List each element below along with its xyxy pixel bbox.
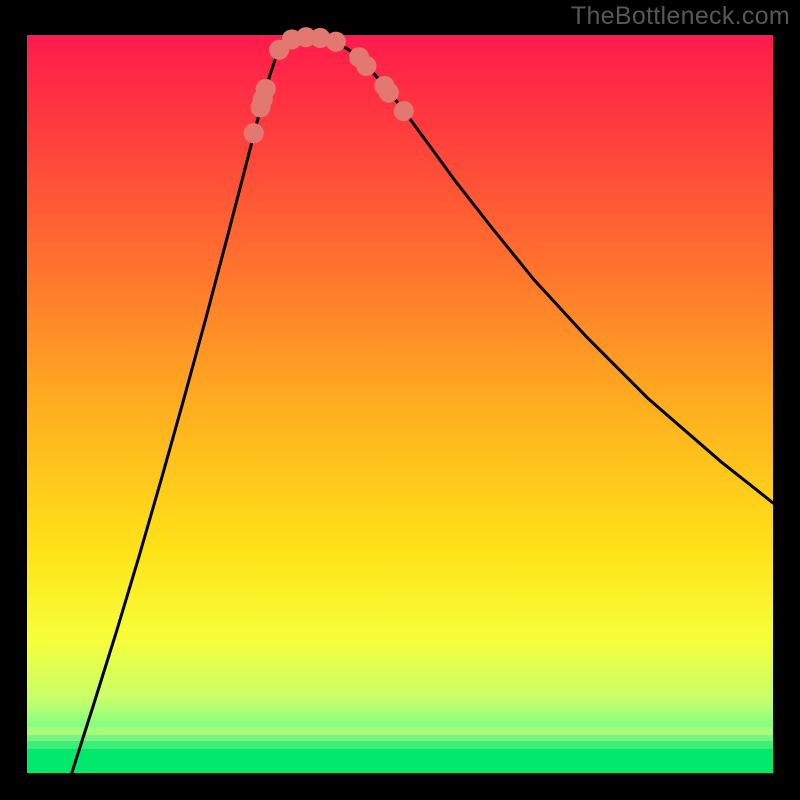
- bottleneck-curve: [72, 36, 773, 773]
- data-dot: [356, 56, 376, 76]
- data-dot: [379, 82, 399, 102]
- data-dot: [244, 123, 264, 143]
- data-dot: [256, 79, 276, 99]
- curve-layer: [0, 0, 800, 800]
- data-dot: [394, 101, 414, 121]
- data-dot: [326, 32, 346, 52]
- chart-frame: TheBottleneck.com: [0, 0, 800, 800]
- watermark-text: TheBottleneck.com: [571, 2, 790, 31]
